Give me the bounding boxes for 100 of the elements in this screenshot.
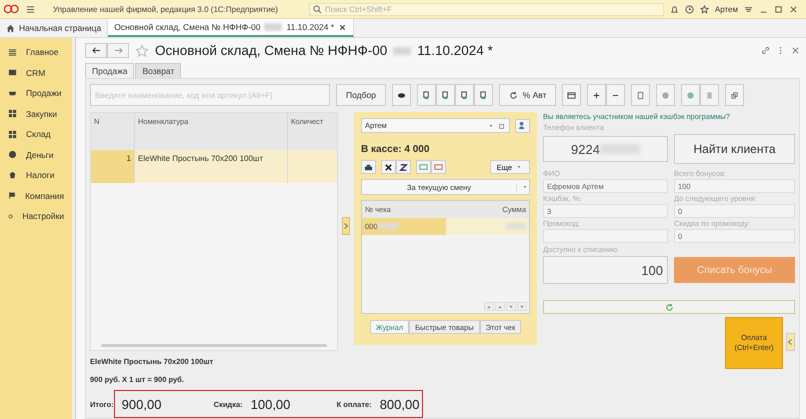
calculator-button[interactable] bbox=[631, 84, 650, 106]
sidebar-item[interactable]: Закупки bbox=[0, 104, 72, 124]
sidebar-item[interactable]: Компания bbox=[0, 186, 72, 206]
sidebar-item[interactable]: Налоги bbox=[0, 165, 72, 186]
arrow-left-icon bbox=[92, 46, 100, 55]
link-icon[interactable] bbox=[761, 46, 770, 55]
scanner-icon bbox=[478, 90, 488, 100]
tab[interactable]: Продажа bbox=[85, 63, 134, 78]
logo-icon[interactable] bbox=[4, 4, 20, 14]
user-name[interactable]: Артем bbox=[714, 4, 738, 14]
scrollbar[interactable] bbox=[101, 344, 327, 347]
back-button[interactable] bbox=[85, 43, 107, 58]
auto-discount-button[interactable]: % Авт bbox=[498, 84, 556, 106]
z-report-button[interactable] bbox=[396, 160, 411, 174]
star-icon[interactable] bbox=[135, 44, 149, 58]
search-icon bbox=[312, 4, 322, 14]
home-icon bbox=[6, 24, 15, 32]
close-icon[interactable] bbox=[338, 22, 348, 32]
total-value: 800,00 bbox=[380, 396, 420, 412]
plus-button[interactable] bbox=[587, 84, 606, 106]
grid-icon bbox=[8, 130, 17, 139]
cash-in-button[interactable] bbox=[416, 160, 431, 174]
cash-out-icon bbox=[434, 162, 443, 172]
print-button[interactable] bbox=[361, 160, 376, 174]
flag-icon bbox=[8, 191, 16, 200]
history-icon[interactable] bbox=[684, 4, 694, 14]
blurred-text bbox=[393, 46, 412, 54]
scroll-button[interactable] bbox=[495, 302, 505, 311]
z-icon bbox=[399, 162, 408, 172]
search-field[interactable]: Поиск Ctrl+Shift+F bbox=[308, 2, 664, 16]
table-row[interactable]: 1 EleWhite Простынь 70х200 100шт bbox=[91, 150, 337, 183]
refresh-icon bbox=[664, 302, 674, 312]
close-icon[interactable] bbox=[789, 4, 798, 14]
sidebar-item[interactable]: Настройки bbox=[0, 206, 72, 226]
plus-icon bbox=[592, 90, 602, 100]
tab-label: Основной склад, Смена № НФНФ-00 bbox=[114, 22, 260, 32]
circle-icon bbox=[661, 90, 670, 100]
eye-button[interactable] bbox=[392, 84, 411, 106]
document-icon bbox=[705, 90, 714, 100]
document-title: Основной склад, Смена № НФНФ-00 bbox=[155, 43, 388, 58]
sidebar-item[interactable]: Главное bbox=[0, 42, 72, 62]
windows-icon bbox=[730, 90, 740, 100]
menu-icon[interactable] bbox=[26, 4, 35, 14]
sidebar-item[interactable]: CRM bbox=[0, 62, 72, 83]
user-button[interactable] bbox=[515, 118, 530, 132]
scanner-icon bbox=[440, 90, 450, 100]
eye-icon bbox=[396, 90, 406, 100]
circle-button[interactable] bbox=[656, 84, 676, 106]
scanner-button[interactable] bbox=[416, 84, 436, 106]
x-icon bbox=[384, 162, 393, 172]
arrow-right-icon bbox=[114, 46, 122, 55]
calculator-icon bbox=[636, 90, 646, 100]
sidebar-item[interactable]: Склад bbox=[0, 124, 72, 144]
card-icon bbox=[567, 90, 576, 100]
scanner-button[interactable] bbox=[454, 84, 474, 106]
tab[interactable]: Возврат bbox=[135, 63, 182, 78]
scroll-button[interactable] bbox=[517, 302, 527, 311]
printer-icon bbox=[364, 162, 373, 172]
cash-in-icon bbox=[419, 162, 428, 172]
blurred-text bbox=[264, 23, 282, 31]
card-icon bbox=[8, 68, 17, 78]
menu-icon bbox=[8, 48, 17, 57]
refresh-icon bbox=[508, 90, 518, 100]
scanner-icon bbox=[422, 90, 431, 100]
cash-amount: В кассе: 4 000 bbox=[361, 143, 430, 155]
cash-out-button[interactable] bbox=[431, 160, 446, 174]
open-icon bbox=[498, 122, 506, 130]
scanner-button[interactable] bbox=[474, 84, 493, 106]
window-tab[interactable]: Основной склад, Смена № НФНФ-00 11.10.2024 * bbox=[108, 19, 354, 37]
scroll-button[interactable] bbox=[506, 302, 516, 311]
close-icon[interactable] bbox=[791, 46, 800, 55]
available-field[interactable]: 100 bbox=[543, 256, 668, 284]
coin-icon bbox=[8, 150, 17, 160]
find-client-button[interactable]: Найти клиента bbox=[674, 134, 795, 164]
app-title: Управление нашей фирмой, редакция 3.0 (1С:Предприятие) bbox=[53, 4, 278, 14]
scanner-icon bbox=[460, 90, 469, 100]
scroll-button[interactable] bbox=[484, 302, 494, 311]
tab-date: 11.10.2024 * bbox=[286, 22, 334, 32]
collapse-handle[interactable] bbox=[786, 333, 795, 351]
settings-icon[interactable] bbox=[744, 4, 753, 14]
sidebar-item[interactable]: Продажи bbox=[0, 83, 72, 104]
total-value: 100,00 bbox=[250, 396, 292, 412]
maximize-icon[interactable] bbox=[774, 4, 783, 14]
add-icon bbox=[686, 90, 696, 100]
tab-label: Начальная страница bbox=[19, 23, 102, 33]
scanner-button[interactable] bbox=[436, 84, 455, 106]
grid-icon bbox=[8, 109, 17, 118]
phone-field[interactable]: 9224 bbox=[543, 136, 668, 162]
total-value: 900,00 bbox=[122, 396, 162, 412]
collapse-handle[interactable] bbox=[342, 217, 350, 235]
sidebar-item[interactable]: Деньги bbox=[0, 144, 72, 165]
settings-icon bbox=[8, 212, 14, 221]
document-date: 11.10.2024 * bbox=[417, 43, 493, 58]
person-icon bbox=[518, 121, 527, 130]
window-button[interactable] bbox=[725, 84, 744, 106]
card-button[interactable] bbox=[562, 84, 582, 106]
star-icon[interactable] bbox=[700, 4, 709, 14]
pick-button[interactable]: Подбор bbox=[336, 84, 386, 106]
bell-icon[interactable] bbox=[670, 4, 679, 14]
x-report-button[interactable] bbox=[381, 160, 396, 174]
